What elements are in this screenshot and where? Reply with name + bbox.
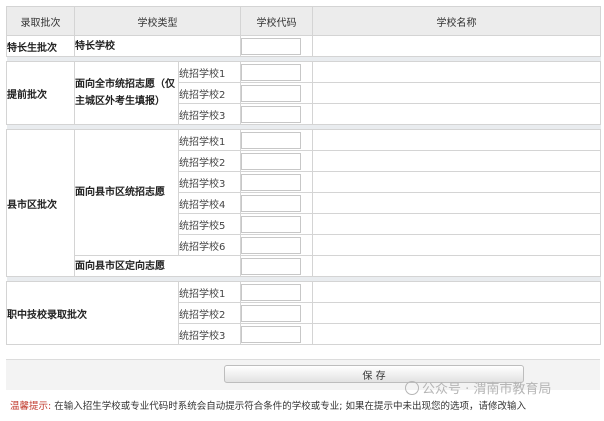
county-sub-label: 统招学校6 — [178, 234, 241, 256]
county-sub-label: 统招学校4 — [178, 192, 241, 214]
special-batch-label: 特长生批次 — [6, 35, 75, 57]
header-batch: 录取批次 — [6, 6, 75, 36]
special-type-label: 特长学校 — [74, 35, 241, 57]
advance-batch-label: 提前批次 — [6, 61, 75, 125]
vocational-sub-label: 统招学校2 — [178, 302, 241, 324]
county-directed-code-input[interactable] — [241, 257, 301, 275]
special-name-cell — [312, 35, 601, 57]
vocational-name-cell — [312, 302, 601, 324]
vocational-name-cell — [312, 281, 601, 303]
county-name-cell — [312, 129, 601, 151]
vocational-code-input-1[interactable] — [241, 283, 301, 301]
special-code-input[interactable] — [241, 37, 301, 55]
county-batch-label: 县市区批次 — [6, 129, 75, 277]
vocational-code-input-3[interactable] — [241, 325, 301, 343]
county-code-input-4[interactable] — [241, 194, 301, 212]
county-name-cell — [312, 234, 601, 256]
advance-code-input-2[interactable] — [241, 84, 301, 102]
vocational-row: 职中技校录取批次 统招学校1 — [6, 281, 601, 345]
vocational-name-cell — [312, 323, 601, 345]
vocational-sub-label: 统招学校1 — [178, 281, 241, 303]
header-school-type: 学校类型 — [74, 6, 241, 36]
watermark: 公众号 · 渭南市教育局 — [405, 378, 551, 397]
county-name-cell — [312, 213, 601, 235]
advance-code-input-1[interactable] — [241, 63, 301, 81]
county-name-cell — [312, 192, 601, 214]
county-sub-label: 统招学校2 — [178, 150, 241, 172]
vocational-batch-label: 职中技校录取批次 — [6, 281, 179, 345]
volunteer-form-table: 录取批次 学校类型 学校代码 学校名称 特长生批次 特长学校 提前批次 面向全市… — [6, 6, 601, 345]
header-row: 录取批次 学校类型 学校代码 学校名称 — [6, 6, 601, 36]
county-directed-type-label: 面向县市区定向志愿 — [74, 255, 241, 277]
advance-code-input-3[interactable] — [241, 105, 301, 123]
advance-name-cell — [312, 82, 601, 104]
advance-sub-label: 统招学校1 — [178, 61, 241, 83]
advance-name-cell — [312, 61, 601, 83]
county-row: 县市区批次 面向县市区统招志愿 统招学校1 — [6, 129, 601, 277]
county-sub-label: 统招学校1 — [178, 129, 241, 151]
vocational-code-input-2[interactable] — [241, 304, 301, 322]
tip-label: 温馨提示: — [10, 401, 52, 412]
county-code-input-1[interactable] — [241, 131, 301, 149]
advance-sub-label: 统招学校2 — [178, 82, 241, 104]
county-code-input-2[interactable] — [241, 152, 301, 170]
advance-name-cell — [312, 103, 601, 125]
county-type-label: 面向县市区统招志愿 — [74, 129, 179, 256]
county-name-cell — [312, 171, 601, 193]
header-school-code: 学校代码 — [240, 6, 313, 36]
advance-type-label: 面向全市统招志愿（仅主城区外考生填报） — [74, 61, 179, 125]
special-row: 特长生批次 特长学校 — [6, 35, 601, 57]
watermark-text: 公众号 · 渭南市教育局 — [422, 382, 552, 397]
county-sub-label: 统招学校5 — [178, 213, 241, 235]
county-sub-label: 统招学校3 — [178, 171, 241, 193]
county-code-input-3[interactable] — [241, 173, 301, 191]
advance-sub-label: 统招学校3 — [178, 103, 241, 125]
header-school-name: 学校名称 — [312, 6, 601, 36]
county-directed-row: 面向县市区定向志愿 — [7, 255, 601, 277]
tip-line: 温馨提示: 在输入招生学校或专业代码时系统会自动提示符合条件的学校或专业; 如果… — [10, 398, 600, 412]
county-code-input-5[interactable] — [241, 215, 301, 233]
tip-text: 在输入招生学校或专业代码时系统会自动提示符合条件的学校或专业; 如果在提示中未出… — [54, 401, 526, 412]
vocational-sub-label: 统招学校3 — [178, 323, 241, 345]
county-name-cell — [312, 150, 601, 172]
wechat-icon — [405, 381, 419, 395]
county-name-cell — [312, 255, 601, 277]
advance-row: 提前批次 面向全市统招志愿（仅主城区外考生填报） 统招学校1 — [6, 61, 601, 125]
county-code-input-6[interactable] — [241, 236, 301, 254]
